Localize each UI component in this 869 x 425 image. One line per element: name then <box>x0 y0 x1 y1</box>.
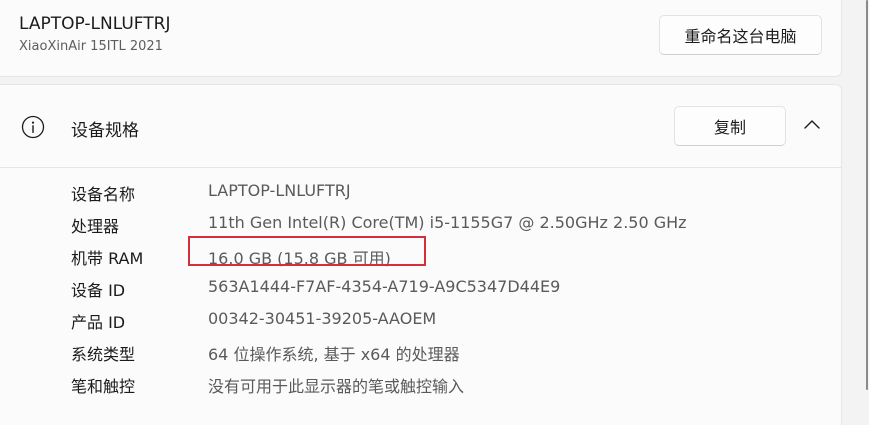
spec-row-processor: 处理器 11th Gen Intel(R) Core(TM) i5-1155G7… <box>71 213 831 239</box>
spec-label: 产品 ID <box>71 313 126 332</box>
spec-row-product-id: 产品 ID 00342-30451-39205-AAOEM <box>71 309 831 335</box>
chevron-up-icon[interactable] <box>802 117 822 133</box>
spec-row-device-name: 设备名称 LAPTOP-LNLUFTRJ <box>71 181 831 207</box>
scrollbar-thumb[interactable] <box>866 0 868 390</box>
device-specifications-header[interactable]: 设备规格 复制 <box>0 85 841 168</box>
spec-row-system-type: 系统类型 64 位操作系统, 基于 x64 的处理器 <box>71 341 831 367</box>
spec-label: 设备 ID <box>71 281 126 300</box>
info-icon <box>21 115 45 139</box>
spec-label: 系统类型 <box>71 345 136 364</box>
spec-value: 64 位操作系统, 基于 x64 的处理器 <box>208 345 460 364</box>
spec-label: 设备名称 <box>71 185 136 204</box>
ram-highlight-box <box>188 236 426 266</box>
spec-label: 机带 RAM <box>71 249 144 268</box>
spec-value: LAPTOP-LNLUFTRJ <box>208 181 351 200</box>
spec-label: 处理器 <box>71 217 120 236</box>
spec-value: 00342-30451-39205-AAOEM <box>208 309 437 328</box>
device-header-card: LAPTOP-LNLUFTRJ XiaoXinAir 15ITL 2021 重命… <box>0 0 842 77</box>
spec-label: 笔和触控 <box>71 377 136 396</box>
copy-button[interactable]: 复制 <box>674 106 786 146</box>
spec-value: 没有可用于此显示器的笔或触控输入 <box>208 377 465 396</box>
spec-row-device-id: 设备 ID 563A1444-F7AF-4354-A719-A9C5347D44… <box>71 277 831 303</box>
spec-row-ram: 机带 RAM 16.0 GB (15.8 GB 可用) <box>71 245 831 271</box>
spec-row-pen-touch: 笔和触控 没有可用于此显示器的笔或触控输入 <box>71 373 831 399</box>
spec-value: 563A1444-F7AF-4354-A719-A9C5347D44E9 <box>208 277 561 296</box>
spec-value: 11th Gen Intel(R) Core(TM) i5-1155G7 @ 2… <box>208 213 687 232</box>
device-model: XiaoXinAir 15ITL 2021 <box>19 39 163 54</box>
section-title: 设备规格 <box>71 121 139 141</box>
rename-pc-button[interactable]: 重命名这台电脑 <box>659 15 822 55</box>
device-name: LAPTOP-LNLUFTRJ <box>19 14 171 34</box>
